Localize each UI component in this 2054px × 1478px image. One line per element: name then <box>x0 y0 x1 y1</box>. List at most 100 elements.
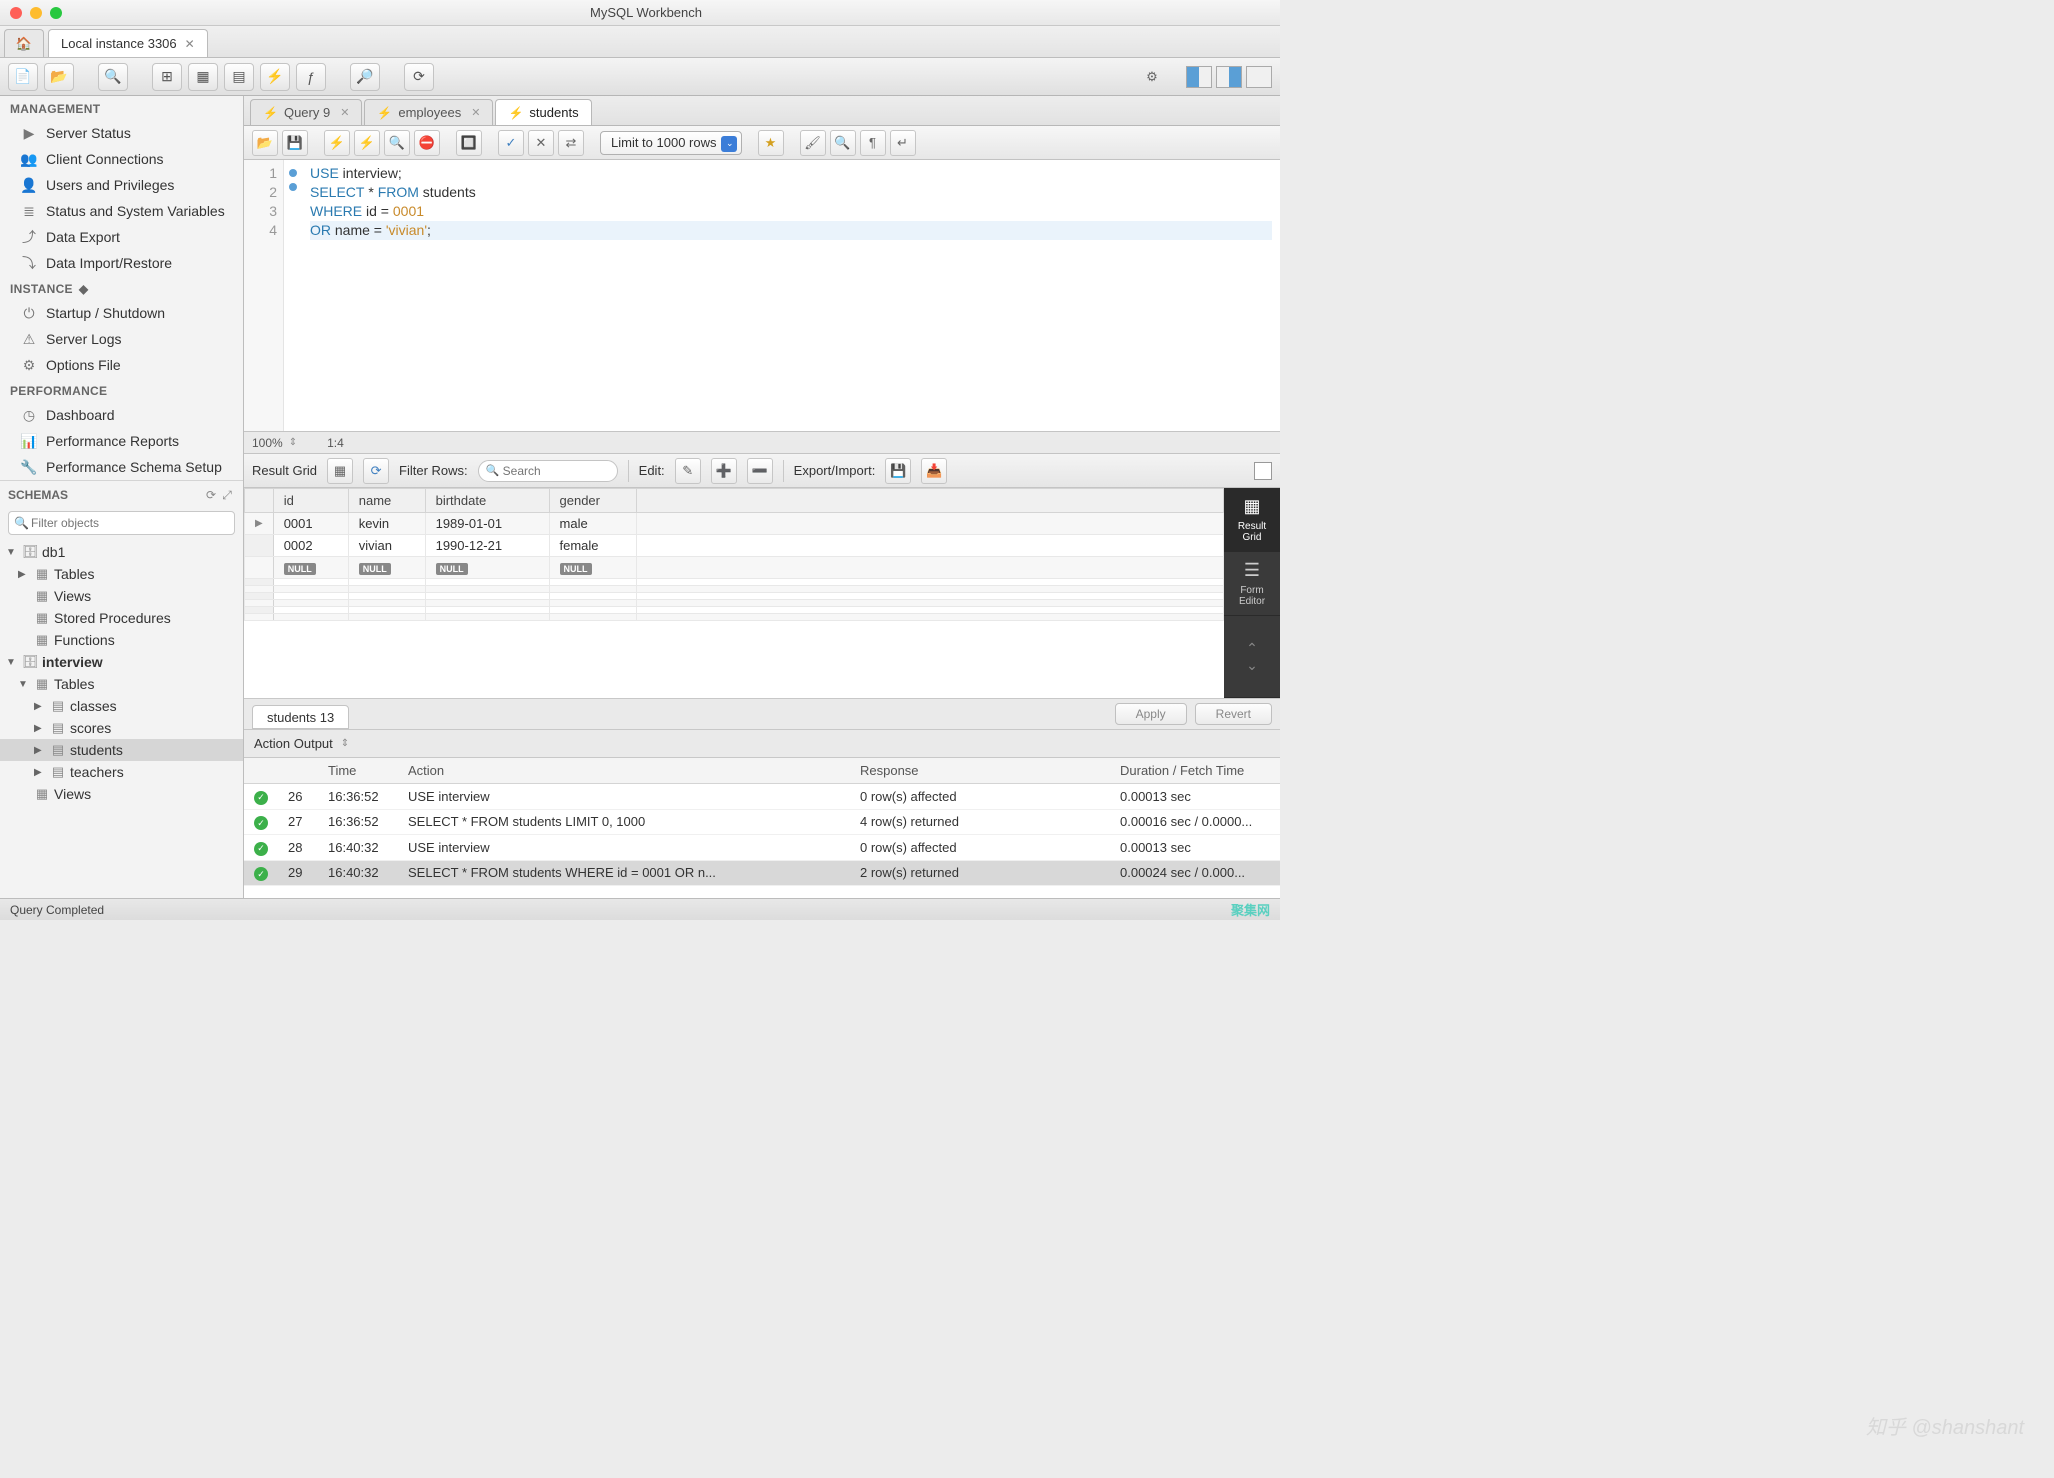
output-row[interactable]: ✓2916:40:32SELECT * FROM students WHERE … <box>244 860 1280 886</box>
settings-icon[interactable]: ⚙ <box>1140 65 1164 89</box>
edit-button[interactable]: ✎ <box>675 458 701 484</box>
more-tools[interactable]: ⌃⌄ <box>1224 616 1280 698</box>
tree-folder-procedures[interactable]: ▦Stored Procedures <box>0 607 243 629</box>
execute-button[interactable]: ⚡ <box>324 130 350 156</box>
new-sql-tab-button[interactable]: 📄 <box>8 63 38 91</box>
code-area[interactable]: USE interview; SELECT * FROM students WH… <box>302 160 1280 431</box>
tree-db-db1[interactable]: ▼🗄db1 <box>0 541 243 563</box>
open-file-button[interactable]: 📂 <box>252 130 278 156</box>
tree-folder-interview-tables[interactable]: ▼▦Tables <box>0 673 243 695</box>
find-button[interactable]: 🔍 <box>830 130 856 156</box>
filter-objects-input[interactable] <box>8 511 235 535</box>
output-row[interactable]: ✓2716:36:52SELECT * FROM students LIMIT … <box>244 809 1280 835</box>
sql-editor[interactable]: 1234 USE interview; SELECT * FROM studen… <box>244 160 1280 432</box>
result-grid[interactable]: id name birthdate gender ▶0001kevin1989-… <box>244 488 1224 698</box>
sidebar-item-users[interactable]: 👤Users and Privileges <box>0 172 243 198</box>
open-sql-button[interactable]: 📂 <box>44 63 74 91</box>
rollback-button[interactable]: ✕ <box>528 130 554 156</box>
limit-rows-select[interactable]: Limit to 1000 rows⌄ <box>600 131 742 155</box>
refresh-icon[interactable]: ⟳ <box>203 487 219 503</box>
refresh-icon[interactable]: ⟳ <box>363 458 389 484</box>
import-button[interactable]: 📥 <box>921 458 947 484</box>
minimize-window[interactable] <box>30 7 42 19</box>
sidebar-item-client-connections[interactable]: 👥Client Connections <box>0 146 243 172</box>
add-row-button[interactable]: ➕ <box>711 458 737 484</box>
close-icon[interactable]: ✕ <box>340 106 349 119</box>
col-time[interactable]: Time <box>318 758 398 784</box>
close-window[interactable] <box>10 7 22 19</box>
form-editor-tool[interactable]: ☰Form Editor <box>1224 552 1280 616</box>
close-icon[interactable]: ✕ <box>471 106 480 119</box>
tree-folder-functions[interactable]: ▦Functions <box>0 629 243 651</box>
wrap-cell-button[interactable] <box>1254 462 1272 480</box>
result-tab-students[interactable]: students 13 <box>252 705 349 729</box>
sidebar-item-perf-schema[interactable]: 🔧Performance Schema Setup <box>0 454 243 480</box>
output-row[interactable]: ✓2816:40:32USE interview0 row(s) affecte… <box>244 835 1280 861</box>
toggle-button[interactable]: ⇄ <box>558 130 584 156</box>
table-row[interactable]: 0002vivian1990-12-21female <box>245 535 1224 557</box>
toggle-autocommit-button[interactable]: 🔲 <box>456 130 482 156</box>
connection-tab[interactable]: Local instance 3306 ✕ <box>48 29 208 57</box>
favorite-button[interactable]: ★ <box>758 130 784 156</box>
revert-button[interactable]: Revert <box>1195 703 1272 725</box>
beautify-button[interactable]: 🖌 <box>800 130 826 156</box>
tree-folder-tables[interactable]: ▶▦Tables <box>0 563 243 585</box>
new-function-button[interactable]: ƒ <box>296 63 326 91</box>
stop-button[interactable]: ⛔ <box>414 130 440 156</box>
col-gender[interactable]: gender <box>549 489 636 513</box>
sidebar-item-logs[interactable]: ⚠Server Logs <box>0 326 243 352</box>
export-button[interactable]: 💾 <box>885 458 911 484</box>
query-tab-employees[interactable]: ⚡employees✕ <box>364 99 493 125</box>
col-id[interactable]: id <box>273 489 348 513</box>
toggle-left-panel[interactable] <box>1186 66 1212 88</box>
invisible-button[interactable]: ¶ <box>860 130 886 156</box>
sidebar-item-startup[interactable]: ⏻Startup / Shutdown <box>0 300 243 326</box>
apply-button[interactable]: Apply <box>1115 703 1187 725</box>
table-row[interactable]: ▶0001kevin1989-01-01male <box>245 513 1224 535</box>
home-button[interactable]: 🏠 <box>4 29 44 57</box>
zoom-window[interactable] <box>50 7 62 19</box>
tree-db-interview[interactable]: ▼🗄interview <box>0 651 243 673</box>
col-action[interactable]: Action <box>398 758 850 784</box>
sidebar-item-dashboard[interactable]: ◷Dashboard <box>0 402 243 428</box>
sidebar-item-server-status[interactable]: ▶Server Status <box>0 120 243 146</box>
sidebar-item-perf-reports[interactable]: 📊Performance Reports <box>0 428 243 454</box>
sidebar-item-status-vars[interactable]: ≣Status and System Variables <box>0 198 243 224</box>
new-table-button[interactable]: ▦ <box>188 63 218 91</box>
output-row[interactable]: ✓2616:36:52USE interview0 row(s) affecte… <box>244 784 1280 810</box>
reconnect-button[interactable]: ⟳ <box>404 63 434 91</box>
result-grid-tool[interactable]: ▦Result Grid <box>1224 488 1280 552</box>
toggle-bottom-panel[interactable] <box>1216 66 1242 88</box>
inspector-button[interactable]: 🔍 <box>98 63 128 91</box>
query-tab-query9[interactable]: ⚡Query 9✕ <box>250 99 362 125</box>
new-schema-button[interactable]: ⊞ <box>152 63 182 91</box>
new-view-button[interactable]: ▤ <box>224 63 254 91</box>
sidebar-item-data-export[interactable]: ⤴Data Export <box>0 224 243 250</box>
zoom-stepper[interactable]: ⇕ <box>289 437 297 448</box>
col-duration[interactable]: Duration / Fetch Time <box>1110 758 1280 784</box>
toggle-right-panel[interactable] <box>1246 66 1272 88</box>
close-tab-icon[interactable]: ✕ <box>185 37 195 51</box>
delete-row-button[interactable]: ➖ <box>747 458 773 484</box>
save-file-button[interactable]: 💾 <box>282 130 308 156</box>
col-birthdate[interactable]: birthdate <box>425 489 549 513</box>
table-row-null[interactable]: NULLNULLNULLNULL <box>245 557 1224 579</box>
explain-button[interactable]: 🔍 <box>384 130 410 156</box>
sidebar-item-data-import[interactable]: ⤵Data Import/Restore <box>0 250 243 276</box>
expand-icon[interactable]: ⤢ <box>219 487 235 503</box>
sidebar-item-options[interactable]: ⚙Options File <box>0 352 243 378</box>
new-procedure-button[interactable]: ⚡ <box>260 63 290 91</box>
search-button[interactable]: 🔎 <box>350 63 380 91</box>
execute-current-button[interactable]: ⚡ <box>354 130 380 156</box>
tree-folder-interview-views[interactable]: ▦Views <box>0 783 243 805</box>
tree-folder-views[interactable]: ▦Views <box>0 585 243 607</box>
wrap-button[interactable]: ↵ <box>890 130 916 156</box>
col-name[interactable]: name <box>348 489 425 513</box>
tree-table-scores[interactable]: ▶▤scores <box>0 717 243 739</box>
output-selector[interactable]: ⇕ <box>341 738 349 749</box>
commit-button[interactable]: ✓ <box>498 130 524 156</box>
tree-table-students[interactable]: ▶▤students <box>0 739 243 761</box>
grid-view-icon[interactable]: ▦ <box>327 458 353 484</box>
tree-table-classes[interactable]: ▶▤classes <box>0 695 243 717</box>
query-tab-students[interactable]: ⚡students <box>495 99 591 125</box>
